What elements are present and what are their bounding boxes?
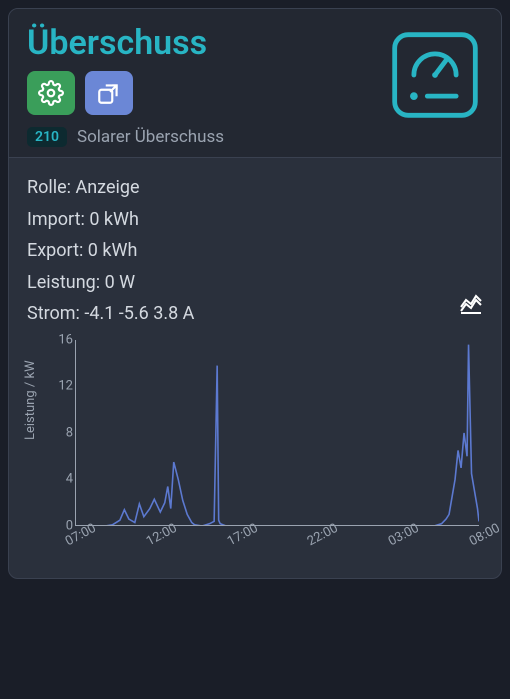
y-tick: 0: [45, 518, 73, 533]
expand-button[interactable]: [85, 71, 133, 115]
y-tick: 12: [45, 379, 73, 394]
open-chart-button[interactable]: [459, 291, 483, 326]
meter-icon: [387, 27, 483, 127]
readings-block: Rolle: Anzeige Import: 0 kWh Export: 0 k…: [27, 172, 483, 330]
reading-label: Rolle:: [27, 177, 71, 198]
reading-label: Leistung:: [27, 272, 100, 293]
reading-value: -4.1 -5.6 3.8 A: [84, 303, 194, 324]
reading-export: Export: 0 kWh: [27, 235, 483, 267]
chart-series: [75, 340, 479, 526]
x-axis-line: [75, 525, 479, 526]
card-subheader: 210 Solarer Überschuss: [27, 127, 483, 147]
card-header: Überschuss: [9, 9, 501, 158]
reading-label: Import:: [27, 209, 85, 230]
surplus-card: Überschuss: [8, 8, 502, 579]
reading-value: Anzeige: [75, 177, 139, 198]
y-tick: 4: [45, 472, 73, 487]
plot-area: [75, 340, 479, 526]
settings-button[interactable]: [27, 71, 75, 115]
card-body: Rolle: Anzeige Import: 0 kWh Export: 0 k…: [9, 158, 501, 578]
power-chart: Leistung / kW 0481216 07:0012:0017:0022:…: [27, 340, 483, 560]
device-id-badge: 210: [27, 127, 67, 147]
y-axis-line: [75, 340, 76, 526]
reading-value: 0 W: [105, 272, 136, 293]
reading-import: Import: 0 kWh: [27, 204, 483, 236]
y-axis-ticks: 0481216: [45, 340, 73, 526]
reading-value: 0 kWh: [89, 209, 139, 230]
reading-label: Strom:: [27, 303, 80, 324]
reading-current: Strom: -4.1 -5.6 3.8 A: [27, 298, 483, 330]
x-axis-ticks: 07:0012:0017:0022:0003:0008:00: [75, 530, 479, 560]
reading-label: Export:: [27, 240, 83, 261]
device-name: Solarer Überschuss: [77, 127, 224, 147]
reading-power: Leistung: 0 W: [27, 267, 483, 299]
expand-icon: [96, 80, 122, 106]
y-tick: 8: [45, 425, 73, 440]
y-axis-label: Leistung / kW: [23, 360, 38, 440]
reading-role: Rolle: Anzeige: [27, 172, 483, 204]
y-tick: 16: [45, 332, 73, 347]
line-chart-icon: [459, 291, 483, 315]
reading-value: 0 kWh: [88, 240, 138, 261]
gear-icon: [38, 80, 64, 106]
